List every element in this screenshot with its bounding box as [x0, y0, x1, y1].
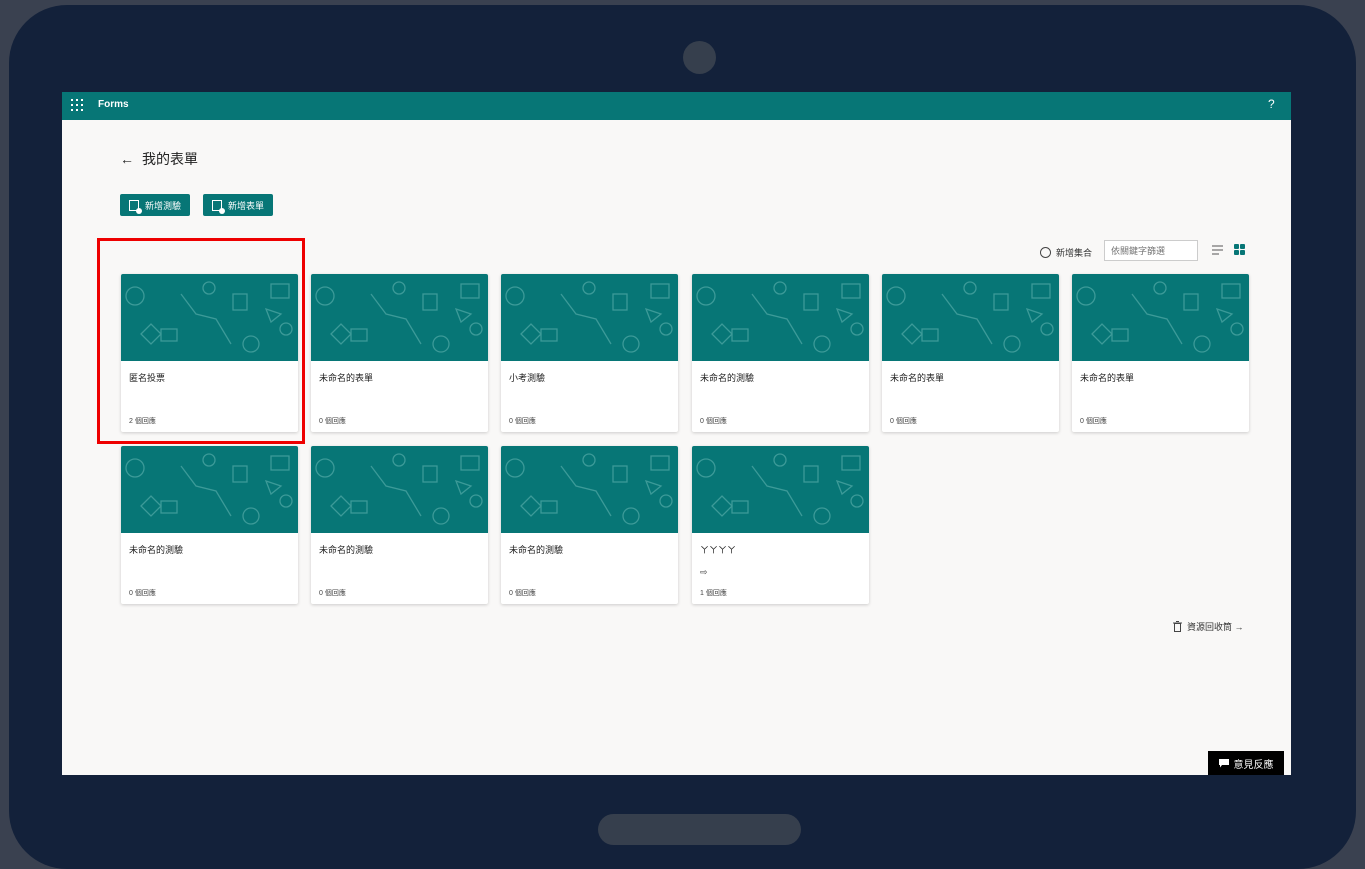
- card-title: 小考測驗: [509, 373, 546, 383]
- collection-icon: [1040, 247, 1051, 258]
- card-banner: [311, 446, 488, 533]
- card-responses: 0 個回應: [319, 590, 346, 597]
- form-card[interactable]: 小考測驗 0 個回應: [501, 274, 678, 432]
- card-title: 未命名的測驗: [319, 545, 374, 555]
- app-header: Forms ?: [62, 92, 1291, 120]
- card-title: 未命名的表單: [890, 373, 945, 383]
- recycle-bin-link[interactable]: 資源回收筒 →: [1173, 620, 1244, 633]
- new-form-button[interactable]: 新增表單: [203, 194, 274, 216]
- form-card[interactable]: 未命名的表單 0 個回應: [882, 274, 1059, 432]
- banner-pattern: [315, 453, 483, 525]
- card-responses: 1 個回應: [700, 590, 727, 597]
- card-banner: [121, 446, 298, 533]
- card-responses: 0 個回應: [319, 418, 346, 425]
- new-quiz-icon: [129, 199, 142, 214]
- card-banner: [501, 446, 678, 533]
- banner-pattern: [1076, 281, 1244, 353]
- new-collection-button[interactable]: 新增集合: [1040, 246, 1092, 259]
- form-card[interactable]: 未命名的測驗 0 個回應: [501, 446, 678, 604]
- card-banner: [692, 274, 869, 361]
- form-card[interactable]: 未命名的表單 0 個回應: [1072, 274, 1249, 432]
- form-card[interactable]: 未命名的測驗 0 個回應: [121, 446, 298, 604]
- new-form-icon: [212, 199, 225, 214]
- app-name[interactable]: Forms: [98, 99, 129, 110]
- app-launcher-icon[interactable]: [71, 99, 83, 111]
- banner-pattern: [696, 453, 864, 525]
- new-form-label: 新增表單: [228, 200, 265, 211]
- card-responses: 0 個回應: [890, 418, 917, 425]
- new-quiz-button[interactable]: 新增測驗: [120, 194, 191, 216]
- page-header: ← 我的表單: [120, 149, 198, 169]
- banner-pattern: [125, 453, 293, 525]
- forms-screen: Forms ? ← 我的表單 新增測驗 新增表單 新增集合 匿名投票 2 個回應…: [62, 92, 1291, 775]
- card-title: 未命名的表單: [1080, 373, 1135, 383]
- card-title: 未命名的測驗: [129, 545, 184, 555]
- card-responses: 0 個回應: [509, 590, 536, 597]
- banner-pattern: [505, 453, 673, 525]
- card-responses: 0 個回應: [509, 418, 536, 425]
- card-banner: [692, 446, 869, 533]
- card-banner: [311, 274, 488, 361]
- grid-view-icon[interactable]: [1234, 244, 1245, 255]
- form-card[interactable]: 未命名的測驗 0 個回應: [311, 446, 488, 604]
- card-responses: 0 個回應: [700, 418, 727, 425]
- filter-search-input[interactable]: [1104, 240, 1198, 261]
- page-title: 我的表單: [142, 151, 198, 167]
- camera: [683, 41, 716, 74]
- new-quiz-label: 新增測驗: [145, 200, 182, 211]
- list-view-icon[interactable]: [1212, 245, 1223, 255]
- card-banner: [501, 274, 678, 361]
- banner-pattern: [886, 281, 1054, 353]
- highlight-box: [97, 238, 305, 444]
- help-icon[interactable]: ?: [1268, 97, 1275, 111]
- feedback-button[interactable]: 意見反應: [1208, 751, 1284, 775]
- feedback-icon: [1218, 758, 1229, 767]
- back-arrow-icon[interactable]: ←: [120, 151, 134, 167]
- form-card[interactable]: 未命名的表單 0 個回應: [311, 274, 488, 432]
- card-banner: [1072, 274, 1249, 361]
- card-title: 未命名的表單: [319, 373, 374, 383]
- card-title: 未命名的測驗: [509, 545, 564, 555]
- recycle-bin-icon: [1173, 621, 1182, 632]
- form-card[interactable]: 未命名的測驗 0 個回應: [692, 274, 869, 432]
- form-card[interactable]: ㄚㄚㄚㄚ ⇨ 1 個回應: [692, 446, 869, 604]
- banner-pattern: [505, 281, 673, 353]
- card-title: ㄚㄚㄚㄚ: [700, 545, 737, 555]
- banner-pattern: [315, 281, 483, 353]
- card-banner: [882, 274, 1059, 361]
- new-collection-label: 新增集合: [1056, 248, 1093, 258]
- card-responses: 0 個回應: [129, 590, 156, 597]
- card-responses: 0 個回應: [1080, 418, 1107, 425]
- card-title: 未命名的測驗: [700, 373, 755, 383]
- recycle-bin-label: 資源回收筒 →: [1187, 622, 1244, 632]
- banner-pattern: [696, 281, 864, 353]
- feedback-label: 意見反應: [1233, 759, 1274, 771]
- shared-icon: ⇨: [700, 567, 708, 577]
- home-button[interactable]: [598, 814, 801, 845]
